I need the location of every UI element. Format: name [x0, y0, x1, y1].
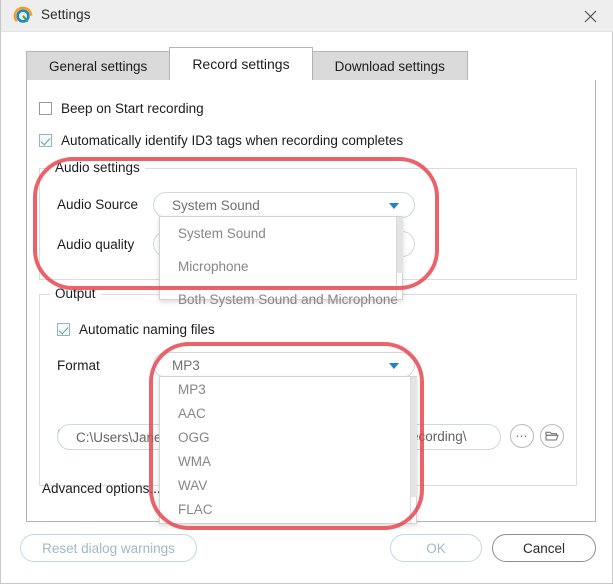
- checkbox-beep-on-start-recording[interactable]: Beep on Start recording: [39, 101, 204, 116]
- checkbox-box: [57, 323, 70, 336]
- checkbox-label: Beep on Start recording: [61, 101, 204, 116]
- audio-source-label: Audio Source: [57, 197, 139, 212]
- dropdown-option[interactable]: OGG: [160, 425, 416, 449]
- dropdown-option[interactable]: AAC: [160, 401, 416, 425]
- checkbox-automatic-naming-files[interactable]: Automatic naming files: [57, 322, 215, 337]
- dropdown-option[interactable]: Microphone: [160, 250, 402, 283]
- format-label: Format: [57, 358, 100, 373]
- audio-source-combobox[interactable]: System Sound: [153, 192, 415, 218]
- tab-label: Record settings: [192, 56, 290, 72]
- ellipsis-icon[interactable]: ⋯: [510, 424, 534, 448]
- chevron-down-icon: [389, 363, 399, 369]
- dropdown-option[interactable]: WAV: [160, 473, 416, 497]
- checkbox-auto-identify-id3-tags[interactable]: Automatically identify ID3 tags when rec…: [39, 133, 403, 148]
- checkbox-label: Automatic naming files: [79, 322, 215, 337]
- dropdown-scrollbar[interactable]: [410, 377, 417, 523]
- checkbox-box: [39, 102, 52, 115]
- button-label: OK: [426, 540, 446, 556]
- audio-source-value: System Sound: [172, 197, 260, 213]
- dropdown-scrollbar[interactable]: [396, 217, 403, 299]
- window-title: Settings: [41, 7, 91, 22]
- dropdown-option[interactable]: Both System Sound and Microphone: [160, 283, 402, 316]
- settings-dialog: Settings General settings Record setting…: [0, 0, 613, 584]
- advanced-options-link[interactable]: Advanced options...: [42, 481, 161, 496]
- tab-general-settings[interactable]: General settings: [26, 51, 171, 80]
- format-dropdown-list[interactable]: MP3 AAC OGG WMA WAV FLAC: [159, 376, 417, 524]
- ellipsis-glyph: ⋯: [515, 429, 529, 443]
- button-label: Reset dialog warnings: [42, 540, 175, 556]
- title-bar: Settings: [1, 0, 613, 32]
- tab-label: Download settings: [334, 58, 445, 74]
- dropdown-scrollbar-thumb[interactable]: [397, 217, 403, 273]
- button-label: Cancel: [522, 540, 566, 556]
- tab-underline-gap: [160, 80, 312, 82]
- audio-quality-label: Audio quality: [57, 237, 135, 252]
- close-icon[interactable]: [568, 0, 613, 31]
- reset-dialog-warnings-button[interactable]: Reset dialog warnings: [20, 534, 197, 562]
- dropdown-option[interactable]: MP3: [160, 377, 416, 401]
- tab-download-settings[interactable]: Download settings: [311, 51, 468, 80]
- tab-record-settings[interactable]: Record settings: [169, 47, 313, 80]
- checkbox-box: [39, 134, 52, 147]
- folder-open-icon[interactable]: [540, 424, 564, 448]
- format-combobox[interactable]: MP3: [153, 352, 415, 378]
- cancel-button[interactable]: Cancel: [492, 534, 596, 562]
- ok-button[interactable]: OK: [390, 534, 482, 562]
- app-logo-icon: [13, 6, 33, 26]
- audio-settings-group-title: Audio settings: [50, 160, 145, 175]
- dropdown-option[interactable]: System Sound: [160, 217, 402, 250]
- format-value: MP3: [172, 357, 200, 373]
- dropdown-option[interactable]: FLAC: [160, 497, 416, 521]
- tab-strip: General settings Record settings Downloa…: [26, 47, 468, 80]
- audio-source-dropdown-list[interactable]: System Sound Microphone Both System Soun…: [159, 216, 403, 307]
- dropdown-scrollbar-thumb[interactable]: [411, 377, 417, 497]
- dropdown-option[interactable]: WMA: [160, 449, 416, 473]
- output-directory-value-tail: ecording\: [411, 429, 467, 444]
- tab-label: General settings: [49, 58, 148, 74]
- checkbox-label: Automatically identify ID3 tags when rec…: [61, 133, 404, 148]
- chevron-down-icon: [389, 203, 399, 209]
- output-group-title: Output: [50, 286, 101, 301]
